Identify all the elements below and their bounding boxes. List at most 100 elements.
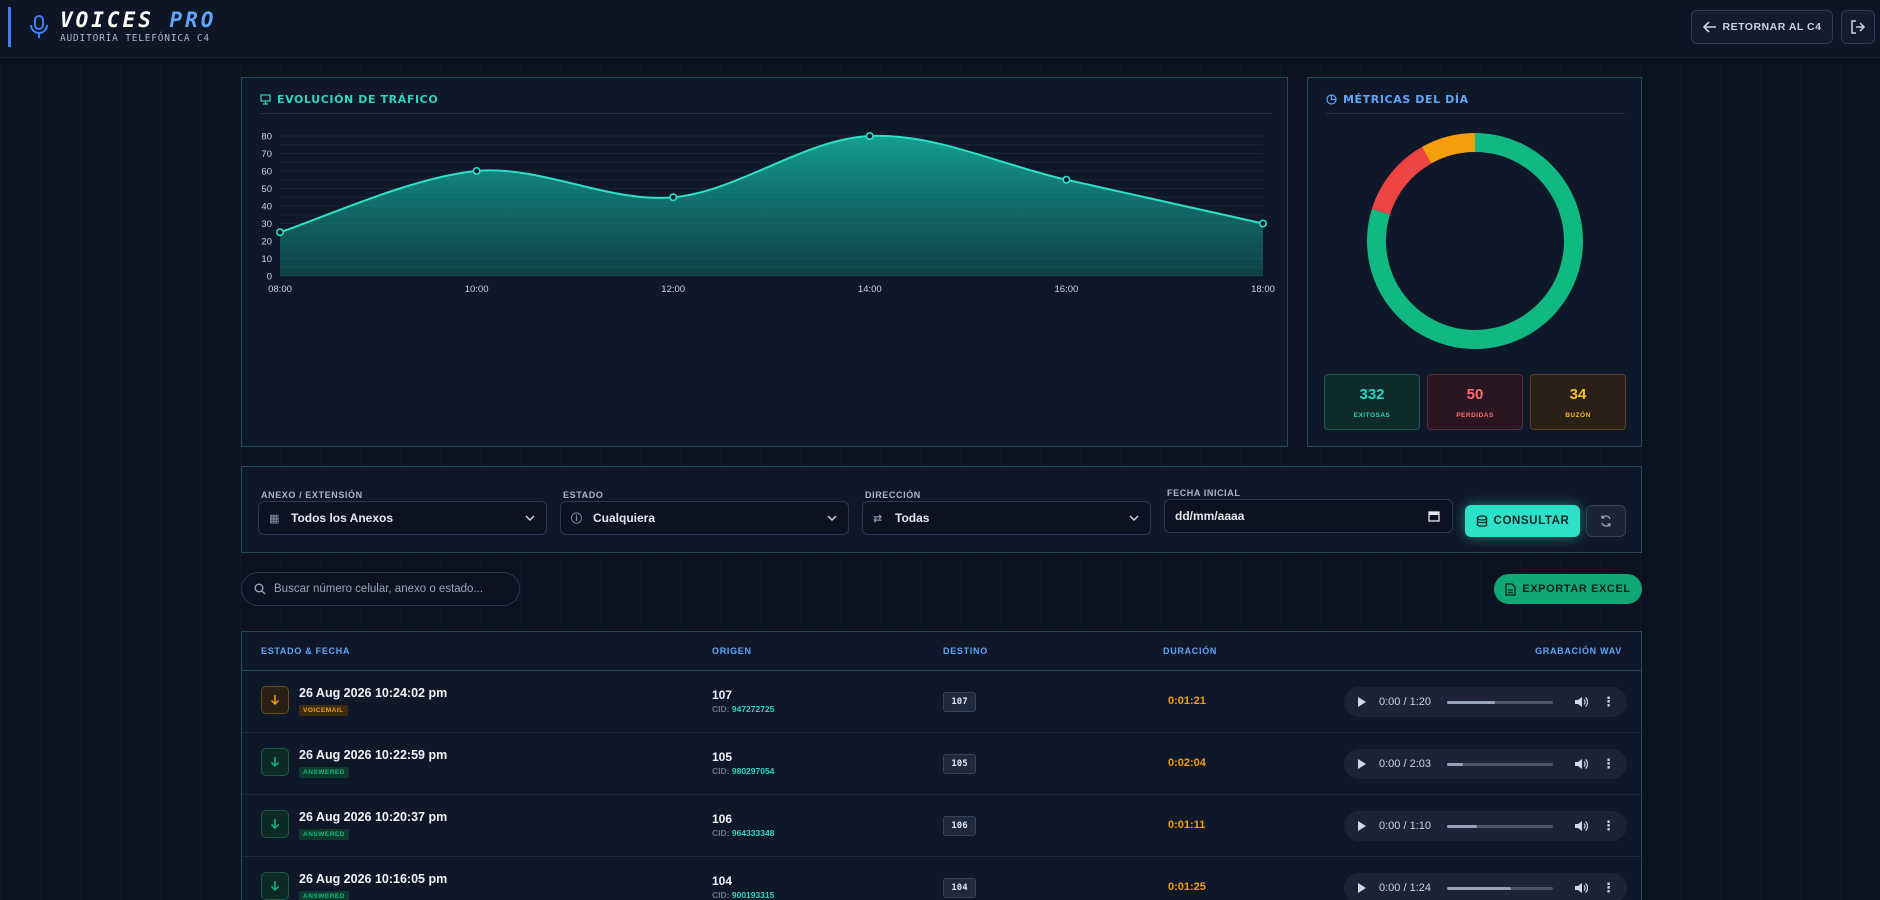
donut-slice[interactable] bbox=[1371, 146, 1432, 215]
direccion-select[interactable]: ⇄ Todas bbox=[862, 501, 1151, 535]
play-icon[interactable] bbox=[1358, 759, 1366, 769]
header-origen[interactable]: ORIGEN bbox=[712, 646, 752, 656]
refresh-icon bbox=[1601, 515, 1611, 527]
stat-label: BUZÓN bbox=[1565, 411, 1591, 419]
audio-seek-fill bbox=[1447, 701, 1495, 704]
data-point[interactable] bbox=[275, 228, 284, 237]
divider bbox=[1326, 113, 1625, 114]
monitor-icon bbox=[260, 94, 271, 105]
call-origin: 105 bbox=[712, 750, 733, 764]
anexo-select[interactable]: ▦ Todos los Anexos bbox=[258, 501, 547, 535]
volume-icon[interactable] bbox=[1574, 757, 1588, 771]
audio-time: 0:00 / 2:03 bbox=[1379, 758, 1431, 770]
call-origin: 106 bbox=[712, 812, 733, 826]
calendar-icon[interactable] bbox=[1428, 510, 1440, 522]
volume-icon[interactable] bbox=[1574, 695, 1588, 709]
caller-id: CID: 964333348 bbox=[712, 828, 774, 838]
estado-value: Cualquiera bbox=[593, 511, 656, 525]
x-tick-label: 14:00 bbox=[858, 284, 882, 295]
consultar-label: CONSULTAR bbox=[1493, 515, 1570, 527]
consultar-button[interactable]: CONSULTAR bbox=[1465, 505, 1580, 537]
export-excel-button[interactable]: EXPORTAR EXCEL bbox=[1494, 574, 1642, 604]
building-icon: ▦ bbox=[269, 512, 280, 525]
data-point[interactable] bbox=[865, 132, 874, 141]
search-input[interactable] bbox=[274, 583, 504, 595]
donut-slice[interactable] bbox=[1421, 133, 1475, 164]
volume-icon[interactable] bbox=[1574, 881, 1588, 895]
audio-player[interactable]: 0:00 / 1:20 ⋮ bbox=[1344, 687, 1627, 717]
chevron-down-icon bbox=[525, 515, 535, 522]
microphone-icon bbox=[30, 15, 48, 38]
status-badge: ANSWERED bbox=[299, 829, 349, 840]
search-box[interactable] bbox=[241, 572, 520, 606]
audio-seek-bar[interactable] bbox=[1447, 825, 1553, 828]
table-row[interactable]: 26 Aug 2026 10:22:59 pm ANSWERED 105 CID… bbox=[242, 733, 1641, 795]
stat-value: 34 bbox=[1569, 385, 1587, 403]
incoming-arrow-icon bbox=[261, 748, 289, 776]
traffic-panel: EVOLUCIÓN DE TRÁFICO 0 10 20 30 40 50 60 70 80 08… bbox=[241, 77, 1288, 447]
destination-badge: 106 bbox=[943, 816, 976, 836]
call-duration: 0:02:04 bbox=[1168, 757, 1206, 769]
x-tick-label: 10:00 bbox=[465, 284, 489, 295]
call-origin: 104 bbox=[712, 874, 733, 888]
header-grabacion[interactable]: GRABACIÓN WAV bbox=[1535, 646, 1622, 656]
audio-time: 0:00 / 1:20 bbox=[1379, 696, 1431, 708]
data-point[interactable] bbox=[669, 193, 678, 202]
table-row[interactable]: 26 Aug 2026 10:24:02 pm VOICEMAIL 107 CI… bbox=[242, 671, 1641, 733]
info-circle-icon: ⓘ bbox=[571, 513, 582, 525]
caller-id: CID: 947272725 bbox=[712, 704, 774, 714]
refresh-button[interactable] bbox=[1586, 505, 1626, 537]
play-icon[interactable] bbox=[1358, 697, 1366, 707]
data-point[interactable] bbox=[1062, 175, 1071, 184]
more-options-icon[interactable]: ⋮ bbox=[1602, 695, 1615, 709]
export-label: EXPORTAR EXCEL bbox=[1522, 583, 1631, 595]
fecha-value: dd/mm/aaaa bbox=[1175, 509, 1245, 523]
destination-badge: 104 bbox=[943, 878, 976, 898]
logout-button[interactable] bbox=[1841, 10, 1875, 44]
audio-player[interactable]: 0:00 / 1:24 ⋮ bbox=[1344, 873, 1627, 900]
direccion-value: Todas bbox=[895, 511, 930, 525]
header-estado-fecha[interactable]: ESTADO & FECHA bbox=[261, 646, 350, 656]
more-options-icon[interactable]: ⋮ bbox=[1602, 881, 1615, 895]
audio-player[interactable]: 0:00 / 1:10 ⋮ bbox=[1344, 811, 1627, 841]
anexo-label: ANEXO / EXTENSIÓN bbox=[261, 490, 363, 500]
more-options-icon[interactable]: ⋮ bbox=[1602, 819, 1615, 833]
table-row[interactable]: 26 Aug 2026 10:20:37 pm ANSWERED 106 CID… bbox=[242, 795, 1641, 857]
return-button[interactable]: RETORNAR AL C4 bbox=[1691, 10, 1833, 44]
table-row[interactable]: 26 Aug 2026 10:16:05 pm ANSWERED 104 CID… bbox=[242, 857, 1641, 900]
call-date: 26 Aug 2026 10:22:59 pm bbox=[299, 748, 448, 762]
file-excel-icon bbox=[1505, 582, 1516, 596]
audio-seek-fill bbox=[1447, 887, 1511, 890]
stat-label: EXITOSAS bbox=[1353, 411, 1391, 419]
traffic-title: EVOLUCIÓN DE TRÁFICO bbox=[260, 93, 438, 106]
table-header: ESTADO & FECHA ORIGEN DESTINO DURACIÓN G… bbox=[242, 632, 1641, 671]
audio-seek-bar[interactable] bbox=[1447, 701, 1553, 704]
more-options-icon[interactable]: ⋮ bbox=[1602, 757, 1615, 771]
call-duration: 0:01:21 bbox=[1168, 695, 1206, 707]
data-point[interactable] bbox=[1258, 219, 1267, 228]
status-badge: ANSWERED bbox=[299, 891, 349, 900]
audio-player[interactable]: 0:00 / 2:03 ⋮ bbox=[1344, 749, 1627, 779]
audio-seek-fill bbox=[1447, 825, 1477, 828]
stat-buzon: 34 BUZÓN bbox=[1530, 374, 1626, 430]
audio-seek-bar[interactable] bbox=[1447, 887, 1553, 890]
status-badge: VOICEMAIL bbox=[299, 705, 348, 716]
play-icon[interactable] bbox=[1358, 821, 1366, 831]
audio-seek-bar[interactable] bbox=[1447, 763, 1553, 766]
chevron-down-icon bbox=[1129, 515, 1139, 522]
header-duracion[interactable]: DURACIÓN bbox=[1163, 646, 1217, 656]
header-destino[interactable]: DESTINO bbox=[943, 646, 988, 656]
anexo-value: Todos los Anexos bbox=[291, 511, 394, 525]
traffic-title-text: EVOLUCIÓN DE TRÁFICO bbox=[277, 93, 439, 106]
estado-select[interactable]: ⓘ Cualquiera bbox=[560, 501, 849, 535]
data-point[interactable] bbox=[472, 166, 481, 175]
play-icon[interactable] bbox=[1358, 883, 1366, 893]
volume-icon[interactable] bbox=[1574, 819, 1588, 833]
stat-value: 50 bbox=[1466, 385, 1484, 403]
incoming-arrow-icon bbox=[261, 686, 289, 714]
fecha-input[interactable]: dd/mm/aaaa bbox=[1164, 499, 1453, 533]
metrics-donut-chart bbox=[1367, 133, 1583, 349]
metrics-title: MÉTRICAS DEL DÍA bbox=[1326, 93, 1469, 106]
caller-id-number: 980297054 bbox=[731, 766, 775, 776]
arrow-left-icon bbox=[1702, 21, 1716, 33]
